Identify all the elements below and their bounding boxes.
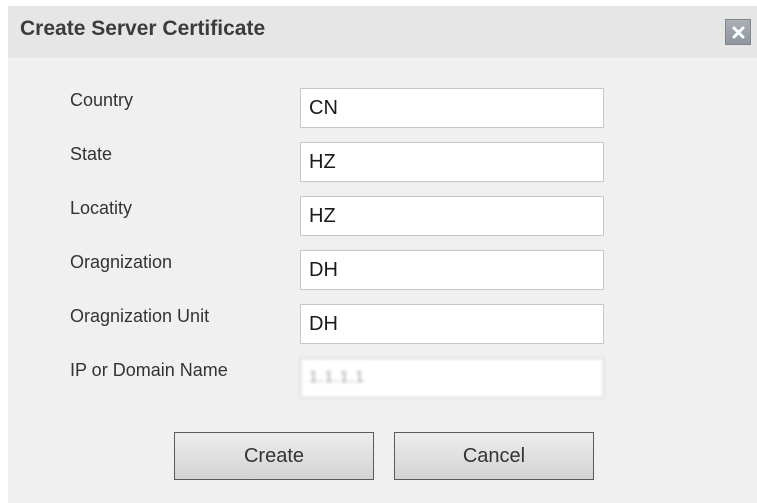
oragnization-unit-label: Oragnization Unit <box>70 306 210 326</box>
locatity-label: Locatity <box>70 198 133 218</box>
state-label: State <box>70 144 113 164</box>
cancel-button[interactable]: Cancel <box>394 432 594 480</box>
country-label: Country <box>70 90 134 110</box>
locatity-field[interactable] <box>300 196 604 236</box>
dialog-titlebar: Create Server Certificate <box>8 6 757 58</box>
dialog-title: Create Server Certificate <box>20 17 266 40</box>
country-row: Country <box>8 88 757 130</box>
close-icon <box>732 26 745 39</box>
create-button[interactable]: Create <box>174 432 374 480</box>
create-server-certificate-dialog: Create Server Certificate Country State … <box>8 6 757 503</box>
oragnization-field[interactable] <box>300 250 604 290</box>
oragnization-unit-field[interactable] <box>300 304 604 344</box>
state-field[interactable] <box>300 142 604 182</box>
state-row: State <box>8 142 757 184</box>
oragnization-label: Oragnization <box>70 252 173 272</box>
ip-or-domain-name-row: IP or Domain Name <box>8 358 757 400</box>
oragnization-unit-row: Oragnization Unit <box>8 304 757 346</box>
ip-or-domain-name-field[interactable] <box>300 358 604 398</box>
country-field[interactable] <box>300 88 604 128</box>
locatity-row: Locatity <box>8 196 757 238</box>
ip-or-domain-name-label: IP or Domain Name <box>70 360 228 380</box>
close-button[interactable] <box>725 19 751 45</box>
oragnization-row: Oragnization <box>8 250 757 292</box>
